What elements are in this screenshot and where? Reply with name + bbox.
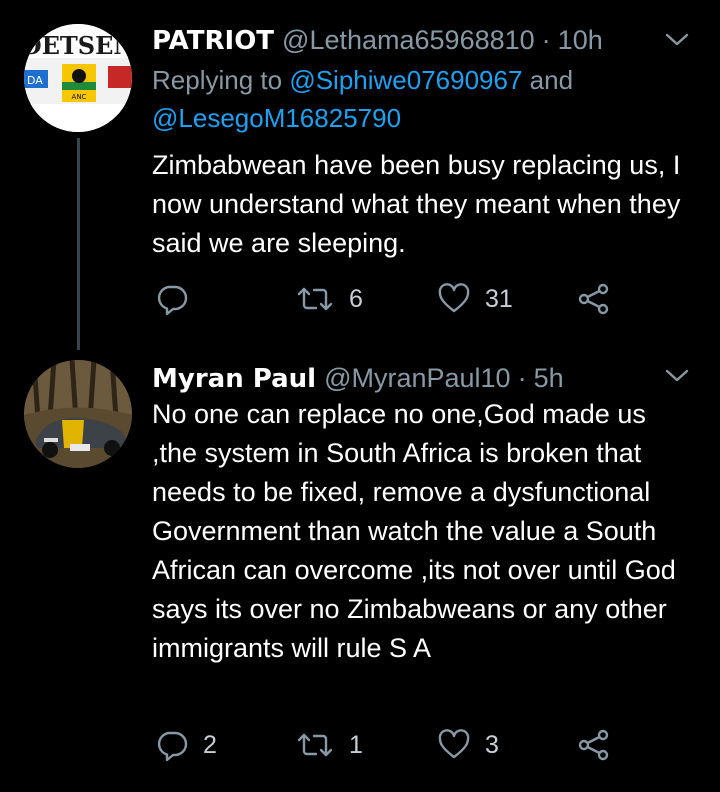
like-count: 3 (485, 730, 499, 759)
reply-mention-link[interactable]: @LesegoM16825790 (152, 103, 401, 133)
avatar[interactable]: OETSEN DA ANC (24, 24, 132, 132)
retweet-button[interactable]: 6 (295, 282, 363, 316)
tweet-actions: 6 31 (155, 282, 625, 316)
share-button[interactable] (577, 282, 611, 316)
tweet-header: PATRIOT @Lethama65968810 · 10h (152, 22, 603, 58)
reply-button[interactable] (155, 282, 203, 316)
replying-prefix: Replying to (152, 65, 283, 95)
like-icon (438, 283, 470, 313)
avatar-banner-text: OETSEN (24, 31, 132, 60)
thread-line (77, 138, 80, 350)
like-count: 31 (485, 284, 513, 313)
meta-separator: · (517, 363, 527, 393)
like-button[interactable]: 31 (437, 282, 513, 316)
avatar-image (24, 360, 132, 468)
share-icon (578, 283, 609, 315)
avatar-left-text: DA (27, 74, 43, 87)
tweet-2[interactable]: Myran Paul @MyranPaul10 · 5h No one can … (0, 352, 720, 792)
tweet-header: Myran Paul @MyranPaul10 · 5h (152, 360, 564, 396)
tweet-1[interactable]: OETSEN DA ANC PATRIOT @Lethama65968810 ·… (0, 0, 720, 350)
reply-mention-link[interactable]: @Siphiwe07690967 (289, 65, 522, 95)
replying-and: and (529, 65, 574, 95)
meta-separator: · (541, 25, 551, 55)
user-handle[interactable]: @Lethama65968810 (282, 22, 535, 58)
avatar-badge-text: ANC (72, 93, 87, 101)
share-icon (578, 729, 609, 761)
chevron-down-icon[interactable] (664, 366, 690, 386)
avatar[interactable] (24, 360, 132, 468)
replying-to: Replying to @Siphiwe07690967 and @Lesego… (152, 61, 692, 137)
reply-icon (157, 285, 188, 315)
retweet-count: 1 (349, 730, 363, 759)
like-button[interactable]: 3 (437, 728, 499, 762)
display-name[interactable]: PATRIOT (152, 23, 274, 59)
retweet-icon (297, 287, 333, 311)
retweet-icon (297, 733, 333, 757)
retweet-button[interactable]: 1 (295, 728, 363, 762)
like-icon (438, 729, 470, 759)
tweet-text: No one can replace no one,God made us ,t… (152, 399, 676, 663)
tweet-actions: 2 1 3 (155, 728, 625, 762)
timestamp[interactable]: 10h (558, 22, 603, 58)
chevron-down-icon[interactable] (664, 30, 690, 50)
avatar-image: OETSEN DA ANC (24, 24, 132, 132)
share-button[interactable] (577, 728, 611, 762)
tweet-text: Zimbabwean have been busy replacing us, … (152, 150, 681, 258)
timestamp[interactable]: 5h (534, 360, 564, 396)
user-handle[interactable]: @MyranPaul10 (324, 360, 511, 396)
reply-icon (157, 731, 188, 761)
retweet-count: 6 (349, 284, 363, 313)
reply-count: 2 (203, 730, 217, 759)
reply-button[interactable]: 2 (155, 728, 217, 762)
display-name[interactable]: Myran Paul (152, 361, 316, 397)
